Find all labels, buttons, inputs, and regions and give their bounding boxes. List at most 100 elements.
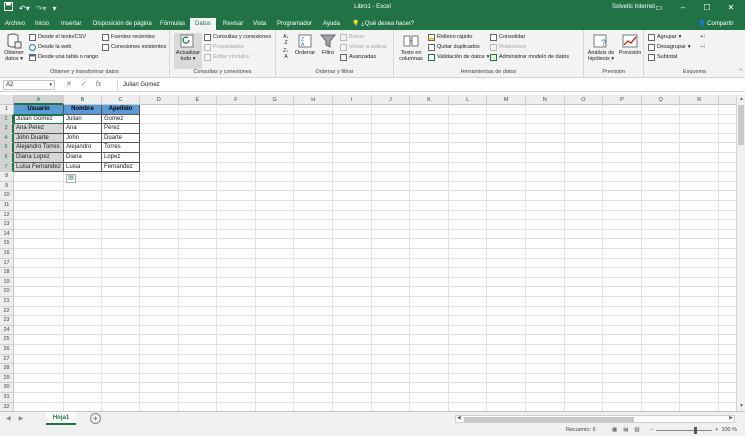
chevron-down-icon[interactable]: ▾ bbox=[49, 81, 52, 89]
column-header-r[interactable]: R bbox=[680, 95, 719, 105]
table-header-cell[interactable]: Nombre bbox=[64, 105, 102, 115]
minimize-icon[interactable]: – bbox=[671, 1, 695, 15]
zoom-slider[interactable] bbox=[656, 427, 713, 434]
page-break-view-icon[interactable]: ▥ bbox=[634, 425, 639, 436]
column-header-d[interactable]: D bbox=[140, 95, 179, 105]
row-header-10[interactable]: 10 bbox=[0, 191, 14, 201]
row-header-32[interactable]: 32 bbox=[0, 402, 14, 411]
name-box[interactable]: A2 ▾ bbox=[3, 80, 55, 90]
advanced-button[interactable]: Avanzadas bbox=[340, 53, 376, 62]
text-to-columns-button[interactable]: Texto en columnas bbox=[397, 33, 425, 62]
tab-insertar[interactable]: Insertar bbox=[60, 18, 82, 30]
vertical-scrollbar[interactable]: ▲ ▼ bbox=[736, 95, 745, 411]
queries-connections-button[interactable]: Consultas y conexiones bbox=[204, 33, 271, 42]
scroll-right-icon[interactable]: ▶ bbox=[729, 415, 733, 421]
table-cell[interactable]: Luisa Fernandez bbox=[14, 162, 64, 173]
row-header-3[interactable]: 3 bbox=[0, 124, 14, 134]
row-header-27[interactable]: 27 bbox=[0, 354, 14, 365]
row-header-15[interactable]: 15 bbox=[0, 239, 14, 249]
zoom-in-icon[interactable]: + bbox=[715, 425, 718, 436]
sheet-tab-hoja1[interactable]: Hoja1 bbox=[46, 412, 76, 425]
column-header-o[interactable]: O bbox=[564, 95, 604, 105]
tab-disposicion[interactable]: Disposición de página bbox=[92, 18, 153, 30]
tab-formulas[interactable]: Fórmulas bbox=[159, 18, 186, 30]
get-data-button[interactable]: Obtener datos ▾ bbox=[3, 33, 25, 62]
hide-detail-button[interactable]: −⁝ bbox=[700, 43, 705, 52]
table-cell[interactable]: Luisa bbox=[64, 162, 102, 173]
data-validation-button[interactable]: Validación de datos ▾ bbox=[428, 53, 489, 62]
active-cell[interactable]: Julian Gomez bbox=[13, 113, 65, 126]
tab-revisar[interactable]: Revisar bbox=[222, 18, 244, 30]
ungroup-button[interactable]: Desagrupar ▾ bbox=[648, 43, 691, 52]
ribbon-display-icon[interactable]: ▭ bbox=[647, 1, 671, 15]
tab-ayuda[interactable]: Ayuda bbox=[322, 18, 341, 30]
zoom-level[interactable]: 100 % bbox=[721, 425, 737, 436]
row-header-30[interactable]: 30 bbox=[0, 383, 14, 393]
scroll-down-icon[interactable]: ▼ bbox=[737, 402, 745, 411]
remove-duplicates-button[interactable]: Quitar duplicados bbox=[428, 43, 480, 52]
table-cell[interactable]: Alejandro bbox=[64, 143, 102, 153]
zoom-out-icon[interactable]: − bbox=[650, 425, 653, 436]
show-detail-button[interactable]: +⁝ bbox=[700, 33, 705, 42]
table-cell[interactable]: Ana bbox=[64, 124, 102, 134]
what-if-button[interactable]: ? Análisis de hipótesis ▾ bbox=[586, 33, 616, 62]
add-sheet-icon[interactable]: + bbox=[90, 413, 101, 424]
formula-input[interactable]: Julian Gomez bbox=[117, 80, 735, 90]
scroll-up-icon[interactable]: ▲ bbox=[737, 95, 745, 104]
worksheet-grid[interactable]: ABCDEFGHIJKLMNOPQRS123456789101112131415… bbox=[0, 95, 736, 411]
table-cell[interactable]: Torres bbox=[102, 143, 140, 153]
collapse-ribbon-icon[interactable]: ⌃ bbox=[738, 68, 743, 75]
row-header-29[interactable]: 29 bbox=[0, 373, 14, 384]
row-header-8[interactable]: 8 bbox=[0, 172, 14, 182]
forecast-sheet-button[interactable]: Previsión bbox=[617, 33, 643, 56]
existing-connections-button[interactable]: Conexiones existentes bbox=[102, 43, 166, 52]
sheet-next-icon[interactable]: ▶ bbox=[19, 414, 24, 424]
row-header-13[interactable]: 13 bbox=[0, 220, 14, 230]
subtotal-button[interactable]: Subtotal bbox=[648, 53, 677, 62]
row-header-25[interactable]: 25 bbox=[0, 335, 14, 345]
row-header-18[interactable]: 18 bbox=[0, 268, 14, 278]
maximize-icon[interactable]: ☐ bbox=[695, 1, 719, 15]
consolidate-button[interactable]: Consolidar bbox=[490, 33, 525, 42]
table-cell[interactable]: Julian bbox=[64, 114, 102, 125]
column-header-n[interactable]: N bbox=[526, 95, 565, 105]
from-table-button[interactable]: Desde una tabla o rango bbox=[29, 53, 98, 62]
sheet-prev-icon[interactable]: ◀ bbox=[6, 414, 11, 424]
row-header-11[interactable]: 11 bbox=[0, 201, 14, 211]
row-header-26[interactable]: 26 bbox=[0, 345, 14, 355]
row-header-21[interactable]: 21 bbox=[0, 297, 14, 307]
flash-fill-options-icon[interactable]: ▤ bbox=[66, 174, 76, 183]
row-header-28[interactable]: 28 bbox=[0, 364, 14, 374]
normal-view-icon[interactable]: ▦ bbox=[612, 425, 617, 436]
enter-icon[interactable]: ✓ bbox=[81, 79, 87, 90]
sort-za-button[interactable]: Z↓ A bbox=[280, 48, 292, 60]
column-header-j[interactable]: J bbox=[371, 95, 411, 105]
row-header-12[interactable]: 12 bbox=[0, 210, 14, 221]
table-header-cell[interactable]: Apellido bbox=[102, 105, 140, 115]
cancel-icon[interactable]: ✕ bbox=[66, 79, 72, 90]
table-cell[interactable]: Diana bbox=[64, 153, 102, 163]
reapply-button[interactable]: Volver a aplicar bbox=[340, 43, 387, 52]
row-header-23[interactable]: 23 bbox=[0, 316, 14, 326]
tab-datos[interactable]: Datos bbox=[190, 18, 216, 30]
column-header-k[interactable]: K bbox=[410, 95, 449, 105]
manage-data-model-button[interactable]: Administrar modelo de datos bbox=[490, 53, 569, 62]
table-cell[interactable]: Fernandez bbox=[102, 162, 140, 173]
tab-inicio[interactable]: Inicio bbox=[34, 18, 50, 30]
row-header-20[interactable]: 20 bbox=[0, 287, 14, 297]
table-cell[interactable]: John bbox=[64, 133, 102, 144]
table-header-cell[interactable]: Usuario bbox=[14, 105, 64, 115]
row-header-17[interactable]: 17 bbox=[0, 258, 14, 269]
vertical-scroll-thumb[interactable] bbox=[738, 105, 744, 145]
from-text-button[interactable]: Desde el texto/CSV bbox=[29, 33, 86, 42]
column-header-m[interactable]: M bbox=[487, 95, 526, 105]
column-header-c[interactable]: C bbox=[102, 95, 140, 105]
column-header-f[interactable]: F bbox=[217, 95, 256, 105]
table-cell[interactable]: Lopez bbox=[102, 153, 140, 163]
clear-button[interactable]: Borrar bbox=[340, 33, 364, 42]
horizontal-scroll-thumb[interactable] bbox=[464, 417, 634, 422]
recent-sources-button[interactable]: Fuentes recientes bbox=[102, 33, 155, 42]
table-cell[interactable]: Duarte bbox=[102, 133, 140, 144]
table-cell[interactable]: Diana Lopez bbox=[14, 153, 64, 163]
column-header-e[interactable]: E bbox=[178, 95, 218, 105]
